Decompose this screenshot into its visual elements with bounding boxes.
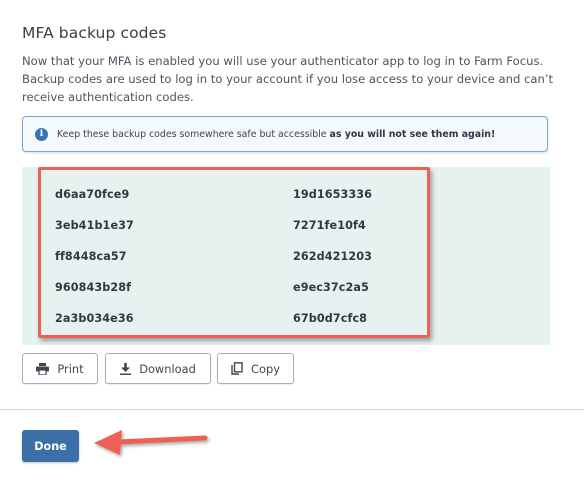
description-line: receive authentication codes. [22,90,194,104]
copy-icon [231,362,243,375]
arrow-annotation-icon [94,430,208,455]
description-line: Backup codes are used to log in to your … [22,72,554,86]
notice-message: Keep these backup codes somewhere safe b… [57,128,330,140]
info-icon: i [35,127,48,141]
page-title: MFA backup codes [22,24,167,42]
printer-icon [36,362,50,375]
print-label: Print [57,361,84,376]
copy-label: Copy [251,361,280,376]
download-icon [120,362,132,375]
done-button[interactable]: Done [22,430,79,462]
footer-divider [0,409,584,410]
mfa-backup-codes-page: MFA backup codes Now that your MFA is en… [0,0,584,479]
info-notice: i Keep these backup codes somewhere safe… [22,116,548,152]
codes-highlight-annotation [38,167,430,338]
description-line: Now that your MFA is enabled you will us… [22,54,544,68]
download-button[interactable]: Download [105,353,211,384]
description: Now that your MFA is enabled you will us… [22,52,567,106]
notice-warning: as you will not see them again! [329,128,496,140]
copy-button[interactable]: Copy [217,353,294,384]
download-label: Download [139,361,196,376]
notice-text: Keep these backup codes somewhere safe b… [57,129,495,140]
print-button[interactable]: Print [22,353,98,384]
